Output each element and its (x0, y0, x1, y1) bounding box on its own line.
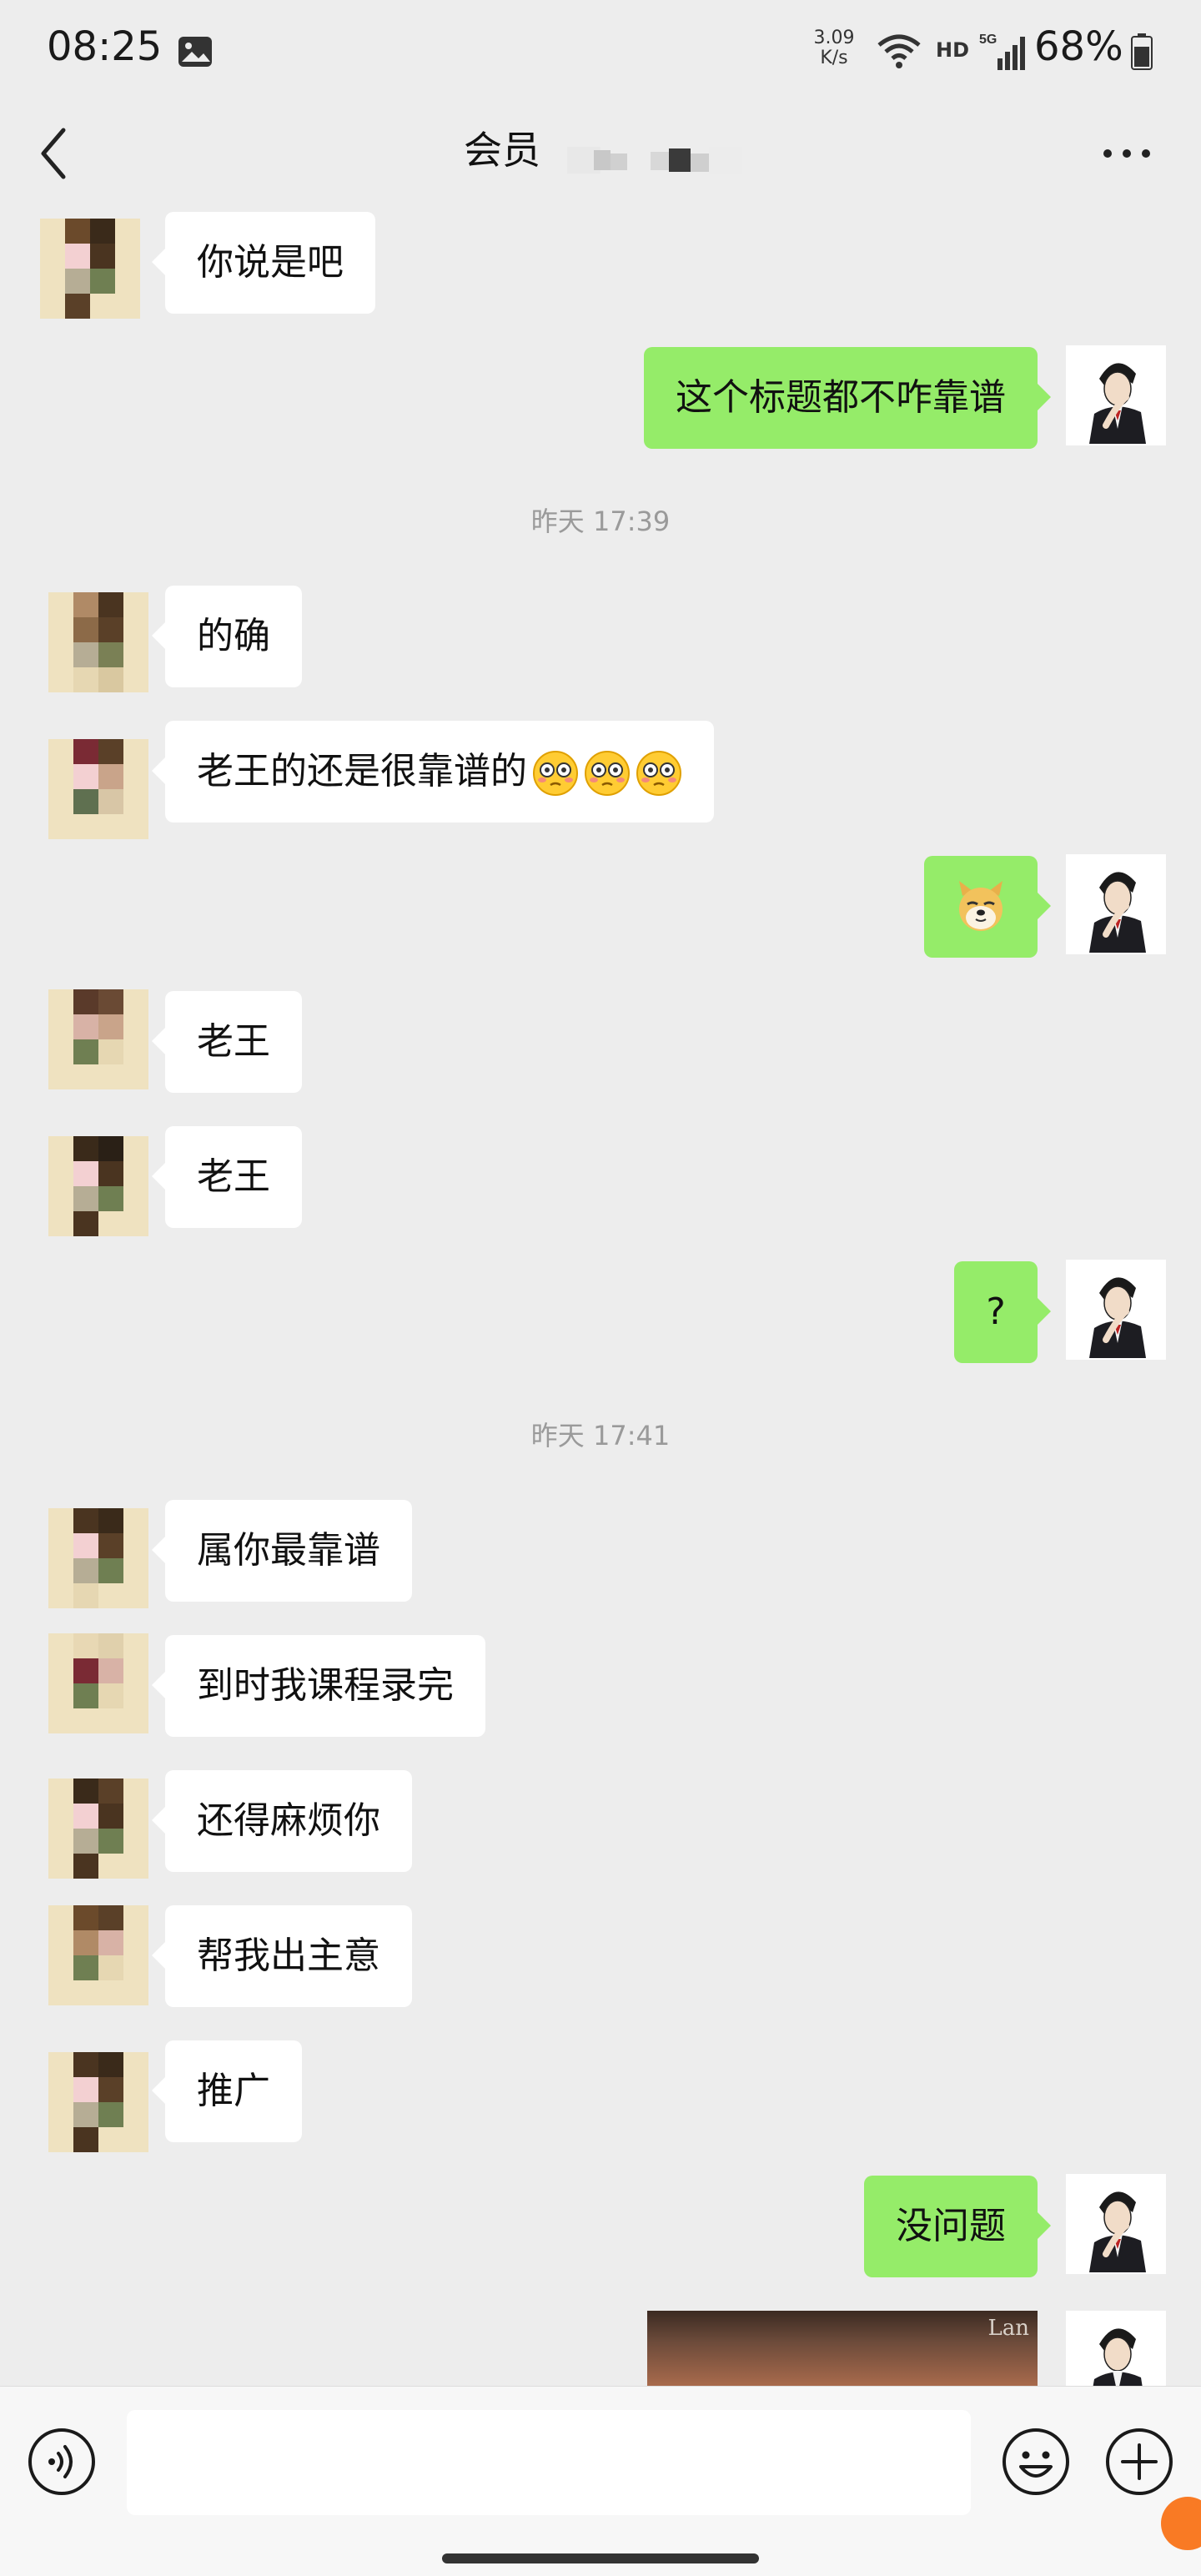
my-avatar[interactable] (1066, 854, 1166, 954)
battery-icon (1131, 33, 1153, 70)
contact-avatar[interactable] (48, 592, 148, 692)
flushed-face-emoji-icon (585, 751, 630, 796)
image-watermark-text: Lan (987, 2316, 1029, 2341)
home-indicator[interactable] (442, 2553, 759, 2563)
message-text: 老王的还是很靠谱的 (197, 750, 527, 792)
gallery-notification-icon (178, 37, 212, 67)
contact-avatar[interactable] (48, 1508, 148, 1608)
contact-avatar[interactable] (48, 989, 148, 1089)
incoming-message-bubble[interactable]: 老王的还是很靠谱的 (152, 721, 714, 823)
voice-input-icon[interactable] (27, 2427, 97, 2497)
emoji-picker-icon[interactable] (1001, 2427, 1071, 2497)
message-timestamp: 昨天 17:41 (530, 1420, 671, 1452)
network-speed: 3.09 K/s (813, 28, 855, 68)
contact-avatar[interactable] (40, 219, 140, 319)
incoming-message-bubble[interactable]: 老王 (152, 991, 302, 1093)
more-actions-plus-icon[interactable] (1104, 2427, 1174, 2497)
my-avatar[interactable] (1066, 2174, 1166, 2274)
incoming-message-bubble[interactable]: 帮我出主意 (152, 1905, 412, 2007)
my-avatar[interactable] (1066, 2311, 1166, 2386)
contact-avatar[interactable] (48, 1633, 148, 1733)
chat-header: 会员 (0, 100, 1201, 209)
flushed-face-emoji-icon (636, 751, 681, 796)
contact-avatar[interactable] (48, 1136, 148, 1236)
contact-avatar[interactable] (48, 2052, 148, 2152)
battery-level: 68% (1034, 23, 1123, 70)
incoming-message-bubble[interactable]: 的确 (152, 586, 302, 687)
message-input[interactable] (127, 2410, 971, 2515)
incoming-message-bubble[interactable]: 属你最靠谱 (152, 1500, 412, 1602)
wifi-icon (877, 34, 921, 68)
status-time: 08:25 (47, 23, 163, 70)
doge-emoji-icon (959, 881, 1003, 931)
contact-avatar[interactable] (48, 1779, 148, 1879)
outgoing-message-bubble[interactable]: ? (954, 1261, 1051, 1363)
floating-assistant-icon[interactable] (1161, 2497, 1201, 2550)
incoming-message-bubble[interactable]: 到时我课程录完 (152, 1635, 485, 1737)
incoming-message-bubble[interactable]: 老王 (152, 1126, 302, 1228)
incoming-message-bubble[interactable]: 你说是吧 (152, 212, 375, 314)
image-message[interactable]: Lan (647, 2311, 1038, 2386)
svg-text:5G: 5G (979, 33, 997, 47)
back-arrow-icon[interactable] (30, 120, 77, 187)
more-options-icon[interactable] (1098, 137, 1156, 170)
signal-icon: 5G (979, 33, 1025, 70)
outgoing-message-bubble[interactable]: 这个标题都不咋靠谱 (644, 347, 1051, 449)
chat-title[interactable]: 会员 (464, 120, 540, 175)
my-avatar[interactable] (1066, 1260, 1166, 1360)
outgoing-message-bubble[interactable] (924, 856, 1051, 958)
hd-label: HD (936, 38, 970, 62)
my-avatar[interactable] (1066, 345, 1166, 445)
chat-input-bar (0, 2386, 1201, 2576)
contact-avatar[interactable] (48, 1905, 148, 2005)
outgoing-message-bubble[interactable]: 没问题 (864, 2176, 1051, 2277)
blurred-name-mosaic (567, 147, 742, 174)
chat-screen: 08:25 3.09 K/s HD 5G 68% 会员 你说是吧 这个标题都不咋… (0, 0, 1201, 2576)
contact-avatar[interactable] (48, 739, 148, 839)
flushed-face-emoji-icon (533, 751, 578, 796)
message-timestamp: 昨天 17:39 (530, 506, 671, 537)
status-bar: 08:25 3.09 K/s HD 5G 68% (0, 0, 1201, 100)
incoming-message-bubble[interactable]: 推广 (152, 2040, 302, 2142)
incoming-message-bubble[interactable]: 还得麻烦你 (152, 1770, 412, 1872)
